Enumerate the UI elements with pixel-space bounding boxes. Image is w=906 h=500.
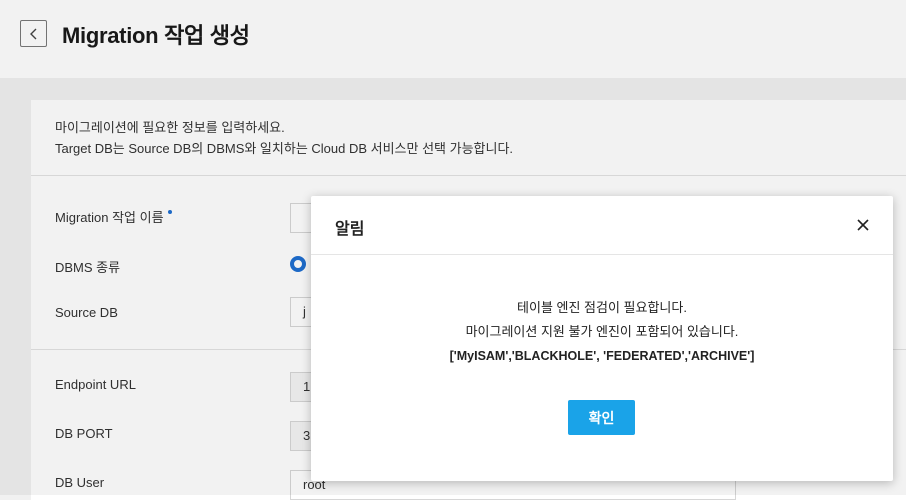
message-line-2: 마이그레이션 지원 불가 엔진이 포함되어 있습니다. xyxy=(465,324,739,339)
dialog-header: 알림 xyxy=(311,196,893,255)
message-line-1: 테이블 엔진 점검이 필요합니다. xyxy=(517,300,687,315)
close-icon xyxy=(857,219,869,231)
dialog-message: 테이블 엔진 점검이 필요합니다. 마이그레이션 지원 불가 엔진이 포함되어 … xyxy=(311,296,893,368)
dialog-title: 알림 xyxy=(335,221,365,238)
alert-dialog: 알림 테이블 엔진 점검이 필요합니다. 마이그레이션 지원 불가 엔진이 포함… xyxy=(311,196,893,481)
close-button[interactable] xyxy=(854,216,872,234)
engine-list: ['MyISAM','BLACKHOLE', 'FEDERATED','ARCH… xyxy=(449,349,755,363)
confirm-button[interactable]: 확인 xyxy=(568,400,635,435)
